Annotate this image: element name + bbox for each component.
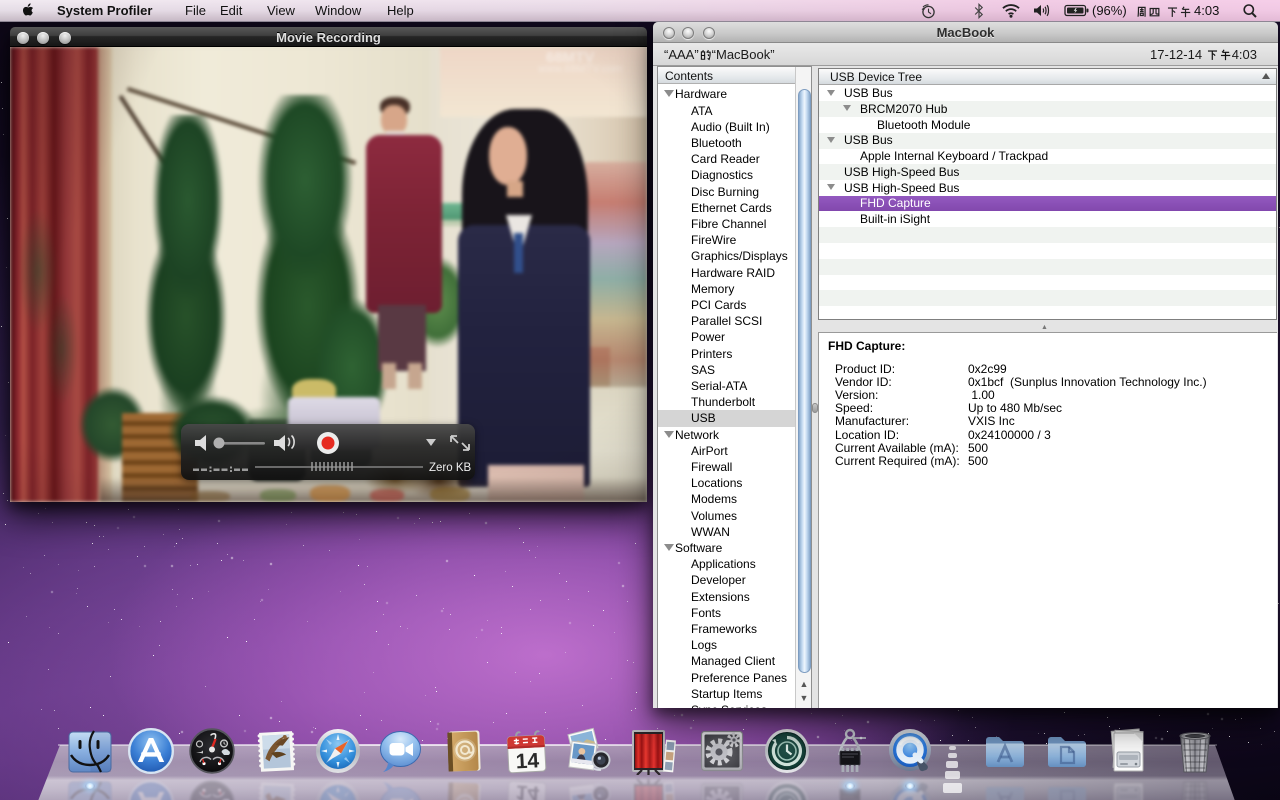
svg-text:Zero KB: Zero KB	[429, 462, 472, 474]
svg-text:14: 14	[515, 749, 540, 773]
svg-text:14: 14	[515, 780, 540, 800]
